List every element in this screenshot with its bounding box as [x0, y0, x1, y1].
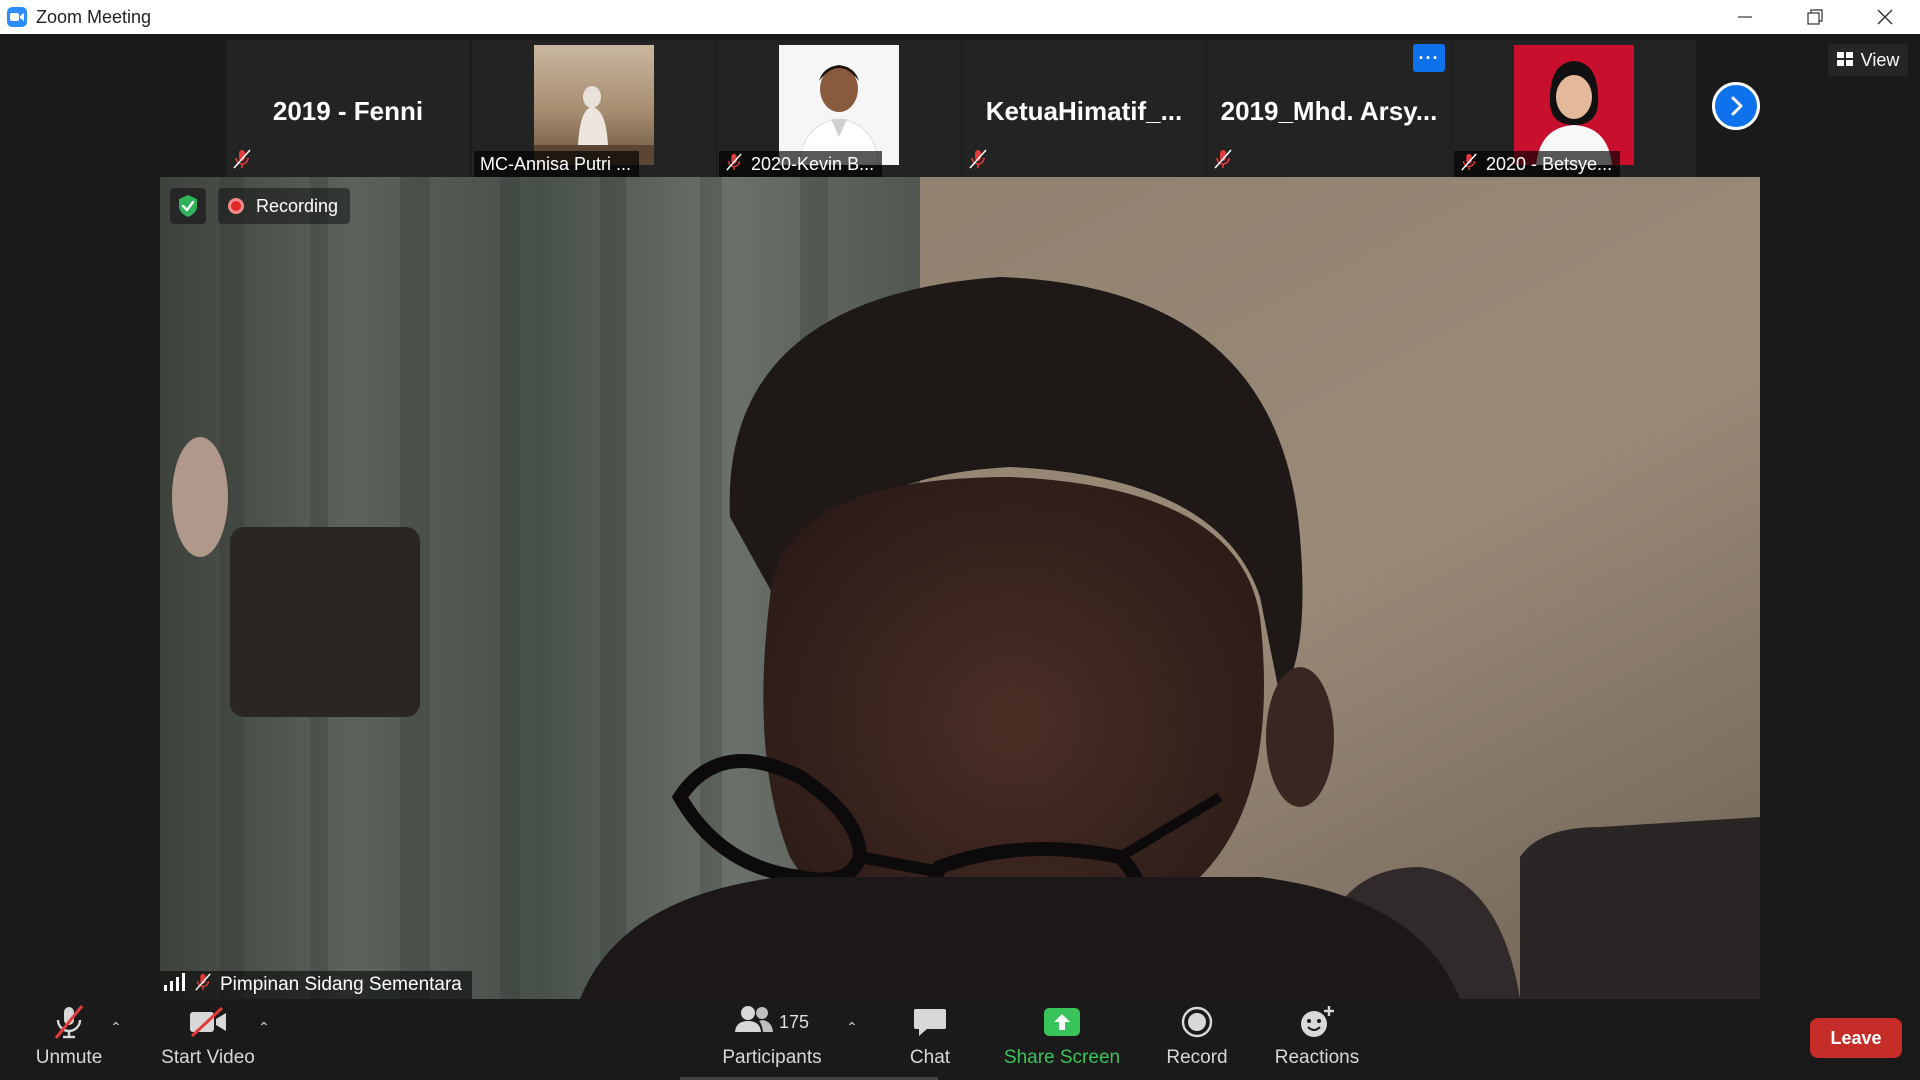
participants-label: Participants: [722, 1047, 822, 1068]
window-controls: [1710, 0, 1920, 34]
record-icon: [1181, 999, 1213, 1045]
caret-up-icon[interactable]: ⌃: [846, 1019, 858, 1036]
more-options-button[interactable]: ···: [1413, 44, 1445, 72]
chat-button[interactable]: Chat: [900, 999, 960, 1080]
muted-mic-icon: [968, 148, 988, 175]
caret-up-icon[interactable]: ⌃: [110, 1019, 122, 1036]
restore-icon[interactable]: [1780, 0, 1850, 34]
muted-mic-icon: [1460, 152, 1478, 177]
participant-name: 2019 - Fenni: [272, 96, 424, 126]
share-screen-label: Share Screen: [1003, 1047, 1121, 1068]
grid-icon: [1836, 50, 1853, 71]
mic-off-icon: [52, 999, 86, 1045]
participants-icon-group: 175: [734, 999, 810, 1045]
active-speaker-video: Recording Pimpinan Sidang Sementara: [160, 177, 1760, 999]
title-bar: Zoom Meeting: [0, 0, 1920, 34]
recording-label: Recording: [256, 195, 339, 216]
record-dot-icon: [228, 198, 244, 214]
view-button[interactable]: View: [1828, 44, 1908, 76]
unmute-label: Unmute: [35, 1047, 103, 1068]
muted-mic-icon: [194, 972, 212, 998]
record-button[interactable]: Record: [1160, 999, 1234, 1080]
recording-indicator[interactable]: Recording: [218, 188, 351, 224]
chat-icon: [913, 999, 947, 1045]
close-icon[interactable]: [1850, 0, 1920, 34]
speaker-video-frame: [160, 177, 1760, 999]
participant-video: [534, 45, 654, 165]
record-label: Record: [1166, 1047, 1228, 1068]
participant-tile[interactable]: MC-Annisa Putri ...: [472, 40, 716, 177]
participant-tile[interactable]: KetuaHimatif_...: [962, 40, 1206, 177]
unmute-button[interactable]: Unmute: [30, 999, 108, 1080]
participant-name: KetuaHimatif_...: [985, 96, 1183, 126]
window-title: Zoom Meeting: [36, 6, 152, 27]
participant-tile[interactable]: 2020 - Betsye...: [1452, 40, 1696, 177]
share-screen-button[interactable]: Share Screen: [1002, 999, 1122, 1080]
participant-video: [1514, 45, 1634, 165]
participant-strip: 2019 - Fenni MC-Annisa Putri ... 2020-Ke…: [0, 34, 1920, 177]
reactions-label: Reactions: [1274, 1047, 1360, 1068]
start-video-button[interactable]: Start Video: [158, 999, 258, 1080]
reactions-button[interactable]: Reactions: [1272, 999, 1362, 1080]
participants-button[interactable]: 175 Participants: [720, 999, 824, 1080]
share-screen-icon: [1043, 999, 1081, 1045]
minimize-icon[interactable]: [1710, 0, 1780, 34]
participant-tile[interactable]: 2019 - Fenni: [226, 40, 470, 177]
muted-mic-icon: [725, 152, 743, 177]
shield-icon[interactable]: [170, 188, 206, 224]
start-video-label: Start Video: [161, 1047, 255, 1068]
participants-icon: [734, 1004, 773, 1040]
participant-name: 2019_Mhd. Arsy...: [1220, 96, 1438, 126]
participant-name: 2020-Kevin B...: [751, 153, 875, 174]
muted-mic-icon: [1213, 148, 1233, 175]
chat-label: Chat: [909, 1047, 951, 1068]
speaker-name: Pimpinan Sidang Sementara: [220, 974, 462, 995]
caret-up-icon[interactable]: ⌃: [258, 1019, 270, 1036]
participant-video: [779, 45, 899, 165]
participant-label: 2020-Kevin B...: [719, 151, 883, 177]
participants-count: 175: [778, 1011, 810, 1032]
participant-label: 2020 - Betsye...: [1454, 151, 1621, 177]
video-off-icon: [188, 999, 228, 1045]
participant-name: 2020 - Betsye...: [1486, 153, 1613, 174]
participant-tile[interactable]: 2019_Mhd. Arsy... ···: [1207, 40, 1451, 177]
zoom-app-icon: [7, 7, 27, 27]
participant-label: MC-Annisa Putri ...: [474, 151, 640, 177]
signal-icon: [164, 973, 186, 997]
view-label: View: [1860, 49, 1900, 70]
speaker-label: Pimpinan Sidang Sementara: [160, 971, 472, 999]
meeting-toolbar: Unmute ⌃ Start Video ⌃ 175 Participants …: [0, 999, 1920, 1080]
leave-button[interactable]: Leave: [1810, 1018, 1902, 1058]
reactions-icon: [1299, 999, 1335, 1045]
participant-tile[interactable]: 2020-Kevin B...: [717, 40, 961, 177]
participant-name: MC-Annisa Putri ...: [480, 153, 632, 174]
chevron-right-icon[interactable]: [1712, 82, 1760, 130]
muted-mic-icon: [232, 148, 252, 175]
